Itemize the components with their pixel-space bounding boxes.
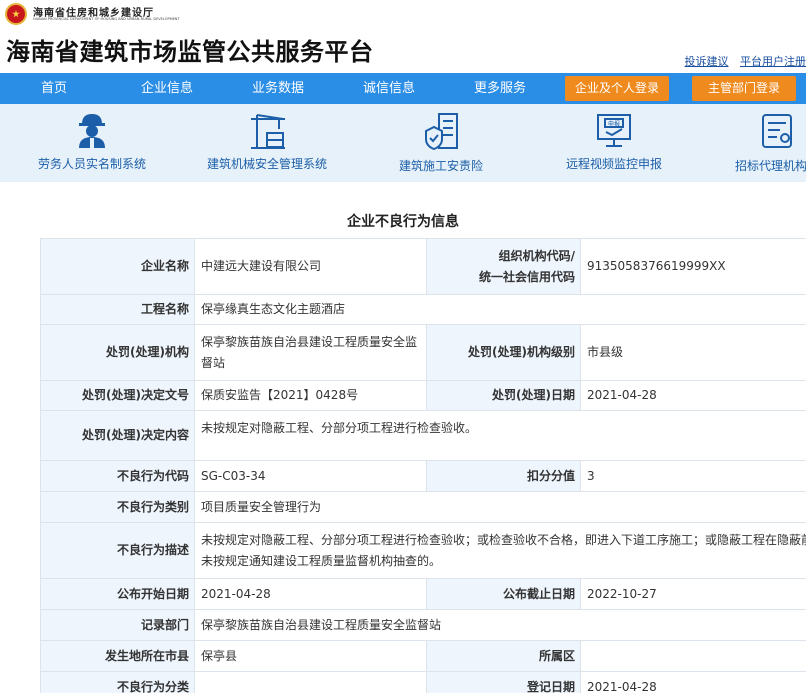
system-label: 招标代理机构信 <box>734 159 806 173</box>
company-login-button[interactable]: 企业及个人登录 <box>565 76 669 101</box>
table-row: 发生地所在市县 保亭县 所属区 <box>40 640 806 672</box>
bad-class-label: 不良行为分类 <box>40 671 195 693</box>
worker-icon <box>79 114 105 148</box>
nav-credit-info[interactable]: 诚信信息 <box>335 73 443 104</box>
location-label: 发生地所在市县 <box>40 640 195 672</box>
header-links: 投诉建议 平台用户注册 <box>677 53 806 69</box>
system-label: 劳务人员实名制系统 <box>37 157 146 171</box>
table-row: 不良行为代码 SG-C03-34 扣分分值 3 <box>40 460 806 492</box>
table-row: 企业名称 中建远大建设有限公司 组织机构代码/统一社会信用代码 91350583… <box>40 238 806 295</box>
main-nav: 首页 企业信息 业务数据 诚信信息 更多服务 企业及个人登录 主管部门登录 <box>0 73 806 104</box>
table-row: 记录部门 保亭黎族苗族自治县建设工程质量安全监督站 <box>40 609 806 641</box>
table-row: 不良行为类别 项目质量安全管理行为 <box>40 491 806 523</box>
admin-login-button[interactable]: 主管部门登录 <box>692 76 796 101</box>
system-remote-monitor[interactable]: 申报 远程视频监控申报 <box>550 104 678 182</box>
punish-date-label: 处罚(处理)日期 <box>426 380 581 411</box>
page-title: 企业不良行为信息 <box>347 214 459 230</box>
record-dept-label: 记录部门 <box>40 609 195 641</box>
table-row: 公布开始日期 2021-04-28 公布截止日期 2022-10-27 <box>40 578 806 610</box>
system-label: 建筑施工安责险 <box>398 159 483 173</box>
location: 保亭县 <box>194 640 427 672</box>
complaint-link[interactable]: 投诉建议 <box>685 55 729 68</box>
decision-content-label: 处罚(处理)决定内容 <box>40 410 195 461</box>
decision-no: 保质安监告【2021】0428号 <box>194 380 427 411</box>
nav-business-data[interactable]: 业务数据 <box>224 73 332 104</box>
punish-level-label: 处罚(处理)机构级别 <box>426 324 581 381</box>
national-emblem-icon <box>5 3 27 25</box>
bad-code: SG-C03-34 <box>194 460 427 492</box>
system-machinery-safety[interactable]: 建筑机械安全管理系统 <box>193 104 341 182</box>
publish-start: 2021-04-28 <box>194 578 427 610</box>
org-code-label-line2: 统一社会信用代码 <box>478 269 575 284</box>
system-labor-realname[interactable]: 劳务人员实名制系统 <box>20 104 164 182</box>
document-icon <box>762 114 792 148</box>
register-date-label: 登记日期 <box>426 671 581 693</box>
project-label: 工程名称 <box>40 294 195 325</box>
bad-type-label: 不良行为类别 <box>40 491 195 523</box>
nav-home[interactable]: 首页 <box>0 73 108 104</box>
site-header: 海南省住房和城乡建设厅 HAINAN PROVINCIAL DEPARTMENT… <box>0 0 806 73</box>
company-name-label: 企业名称 <box>40 238 195 295</box>
table-row: 不良行为分类 登记日期 2021-04-28 <box>40 671 806 693</box>
nav-more-services[interactable]: 更多服务 <box>446 73 554 104</box>
svg-text:申报: 申报 <box>608 120 620 128</box>
publish-start-label: 公布开始日期 <box>40 578 195 610</box>
punish-org: 保亭黎族苗族自治县建设工程质量安全监督站 <box>194 324 427 381</box>
decision-no-label: 处罚(处理)决定文号 <box>40 380 195 411</box>
nav-company-info[interactable]: 企业信息 <box>113 73 221 104</box>
bad-desc-label: 不良行为描述 <box>40 522 195 579</box>
project-name: 保亭缘真生态文化主题酒店 <box>194 294 806 325</box>
punish-date: 2021-04-28 <box>580 380 806 411</box>
bad-behavior-table: 企业名称 中建远大建设有限公司 组织机构代码/统一社会信用代码 91350583… <box>40 238 806 693</box>
table-row: 处罚(处理)机构 保亭黎族苗族自治县建设工程质量安全监督站 处罚(处理)机构级别… <box>40 324 806 381</box>
crane-icon <box>251 114 285 149</box>
company-name: 中建远大建设有限公司 <box>194 238 427 295</box>
system-construction-insurance[interactable]: 建筑施工安责险 <box>380 104 502 182</box>
system-label: 建筑机械安全管理系统 <box>206 157 327 171</box>
bad-class <box>194 671 427 693</box>
table-row: 工程名称 保亭缘真生态文化主题酒店 <box>40 294 806 325</box>
table-row: 处罚(处理)决定内容 未按规定对隐蔽工程、分部分项工程进行检查验收。 <box>40 410 806 461</box>
punish-org-label: 处罚(处理)机构 <box>40 324 195 381</box>
insurance-building-icon <box>425 113 458 151</box>
district <box>580 640 806 672</box>
table-row: 不良行为描述 未按规定对隐蔽工程、分部分项工程进行检查验收；或检查验收不合格，即… <box>40 522 806 579</box>
system-bidding-agency[interactable]: 招标代理机构信 <box>722 104 806 182</box>
publish-end: 2022-10-27 <box>580 578 806 610</box>
score: 3 <box>580 460 806 492</box>
org-code-label-line1: 组织机构代码/ <box>498 248 575 263</box>
org-name-en: HAINAN PROVINCIAL DEPARTMENT OF HOUSING … <box>33 17 180 21</box>
bad-type: 项目质量安全管理行为 <box>194 491 806 523</box>
record-dept: 保亭黎族苗族自治县建设工程质量安全监督站 <box>194 609 806 641</box>
decision-content: 未按规定对隐蔽工程、分部分项工程进行检查验收。 <box>194 410 806 461</box>
score-label: 扣分分值 <box>426 460 581 492</box>
punish-level: 市县级 <box>580 324 806 381</box>
district-label: 所属区 <box>426 640 581 672</box>
table-row: 处罚(处理)决定文号 保质安监告【2021】0428号 处罚(处理)日期 202… <box>40 380 806 411</box>
org-code: 9135058376619999XX <box>580 238 806 295</box>
system-label: 远程视频监控申报 <box>565 157 662 171</box>
publish-end-label: 公布截止日期 <box>426 578 581 610</box>
org-code-label: 组织机构代码/统一社会信用代码 <box>426 238 581 295</box>
monitor-report-icon: 申报 <box>597 114 631 147</box>
register-date: 2021-04-28 <box>580 671 806 693</box>
site-title: 海南省建筑市场监管公共服务平台 <box>6 38 374 66</box>
register-link[interactable]: 平台用户注册 <box>740 55 806 68</box>
bad-code-label: 不良行为代码 <box>40 460 195 492</box>
systems-band: 劳务人员实名制系统 建筑机械安全管理系统 建筑施工安责险 申报 远程视频监控申报… <box>0 104 806 182</box>
bad-desc: 未按规定对隐蔽工程、分部分项工程进行检查验收；或检查验收不合格，即进入下道工序施… <box>194 522 806 579</box>
